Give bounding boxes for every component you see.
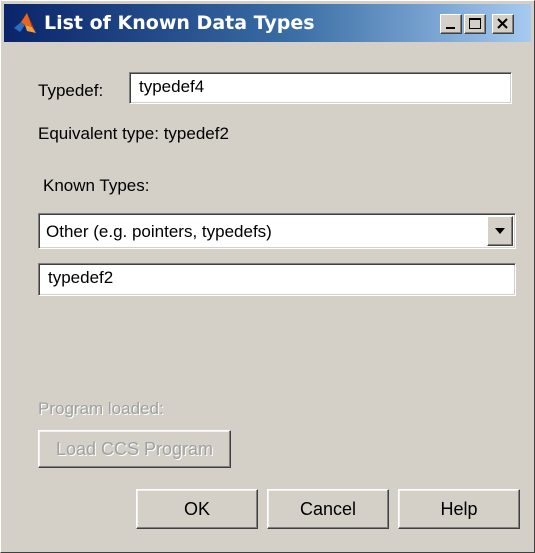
- maximize-icon: [469, 18, 481, 29]
- known-type-value-field[interactable]: typedef2: [38, 263, 516, 296]
- help-button[interactable]: Help: [398, 489, 520, 529]
- known-types-label: Known Types:: [43, 176, 150, 195]
- dropdown-arrow-button[interactable]: [487, 216, 513, 246]
- typedef-input[interactable]: typedef4: [129, 72, 512, 104]
- close-button[interactable]: [492, 14, 514, 34]
- dialog-window: List of Known Data Types Typedef: typede…: [0, 0, 535, 553]
- help-label: Help: [440, 499, 478, 519]
- cancel-button[interactable]: Cancel: [267, 489, 389, 529]
- known-type-value: typedef2: [48, 268, 114, 287]
- program-loaded-label: Program loaded:: [38, 399, 164, 418]
- maximize-button[interactable]: [464, 14, 486, 34]
- load-ccs-program-button[interactable]: Load CCS Program: [38, 430, 231, 468]
- equivalent-type-text: Equivalent type: typedef2: [38, 124, 229, 143]
- title-bar[interactable]: List of Known Data Types: [4, 4, 531, 42]
- window-title: List of Known Data Types: [44, 12, 315, 34]
- typedef-label: Typedef:: [38, 81, 104, 100]
- known-types-selected: Other (e.g. pointers, typedefs): [46, 222, 272, 241]
- minimize-icon: [446, 27, 455, 29]
- load-ccs-program-label: Load CCS Program: [55, 439, 214, 459]
- cancel-label: Cancel: [299, 499, 357, 519]
- known-types-dropdown[interactable]: Other (e.g. pointers, typedefs): [38, 213, 516, 249]
- ok-button[interactable]: OK: [136, 489, 258, 529]
- minimize-button[interactable]: [440, 14, 462, 34]
- typedef-value: typedef4: [139, 77, 205, 96]
- ok-label: OK: [183, 499, 210, 519]
- close-icon: [497, 18, 508, 29]
- chevron-down-icon: [495, 228, 505, 234]
- matlab-logo-icon: [12, 11, 38, 37]
